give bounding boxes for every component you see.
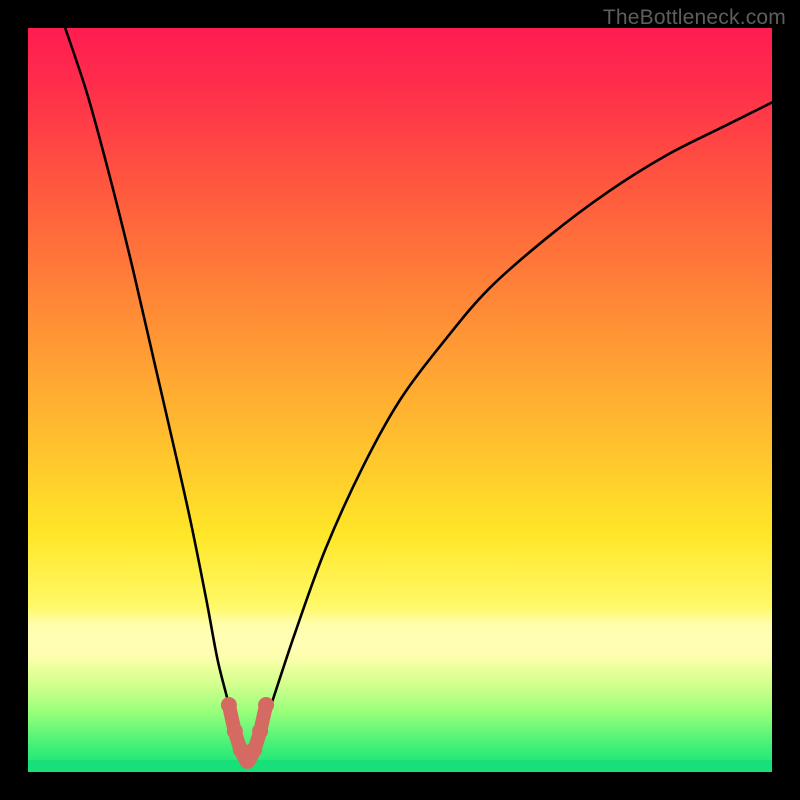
sweet-spot-point: [227, 723, 243, 739]
sweet-spot-point: [246, 742, 262, 758]
sweet-spot-point: [221, 697, 237, 713]
sweet-spot-point: [252, 723, 268, 739]
chart-svg: [28, 28, 772, 772]
watermark-text: TheBottleneck.com: [603, 6, 786, 30]
plot-frame: [28, 28, 772, 772]
sweet-spot-point: [258, 697, 274, 713]
bottleneck-curve: [65, 28, 772, 761]
